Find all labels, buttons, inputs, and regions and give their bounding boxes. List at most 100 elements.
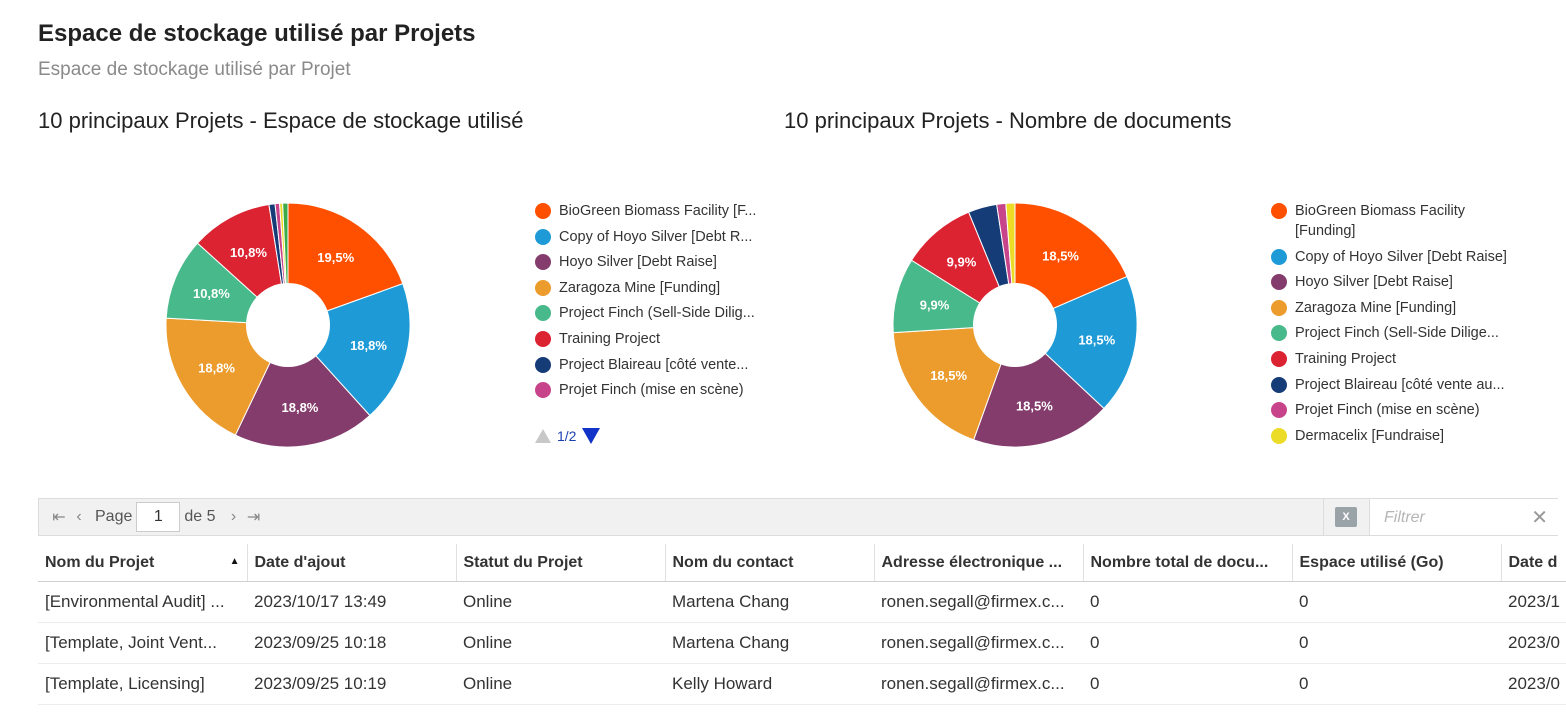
pie-chart-documents: 18,5% 18,5% 18,5% 18,5% 9,9% 9,9% [892, 202, 1138, 448]
cell-email: ronen.segall@firmex.c... [874, 663, 1083, 705]
cell-date: 2023/0 [1501, 663, 1566, 705]
slice-data-label: 18,8% [198, 360, 235, 375]
cell-contact: Kelly Howard [665, 663, 874, 705]
column-header-space-used[interactable]: Espace utilisé (Go) [1291, 544, 1501, 582]
legend-marker-icon [1271, 427, 1287, 444]
legend-item[interactable]: Project Finch (Sell-Side Dilige... [1271, 323, 1526, 343]
legend-item[interactable]: BioGreen Biomass Facility [F... [535, 201, 773, 221]
chart-title-storage: 10 principaux Projets - Espace de stocka… [38, 108, 524, 133]
page-title: Espace de stockage utilisé par Projets [38, 20, 476, 47]
column-header-email[interactable]: Adresse électronique ... [873, 544, 1083, 582]
legend-marker-icon [535, 356, 551, 373]
filter-box: ✕ [1369, 499, 1558, 537]
cell-project-name: [Environmental Audit] ... [38, 581, 247, 623]
legend-marker-icon [535, 228, 551, 245]
legend-item[interactable]: Project Finch (Sell-Side Dilig... [535, 303, 773, 323]
legend-item[interactable]: Projet Finch (mise en scène) [1271, 400, 1526, 420]
table-row[interactable]: [Template, Joint Vent... 2023/09/25 10:1… [38, 622, 1566, 664]
legend-prev-icon[interactable] [535, 429, 551, 443]
legend-item[interactable]: Hoyo Silver [Debt Raise] [1271, 272, 1526, 292]
cell-doc-count: 0 [1083, 581, 1292, 623]
column-header-date[interactable]: Date d [1500, 544, 1566, 582]
legend-marker-icon [1271, 274, 1287, 291]
column-header-contact-name[interactable]: Nom du contact [664, 544, 874, 582]
cell-date-added: 2023/09/25 10:18 [247, 622, 456, 664]
legend-item[interactable]: Zaragoza Mine [Funding] [535, 278, 773, 298]
legend-pagination: 1/2 [535, 428, 601, 444]
legend-item[interactable]: Zaragoza Mine [Funding] [1271, 298, 1526, 318]
cell-project-name: [Template, Joint Vent... [38, 622, 247, 664]
last-page-icon[interactable]: ⇥ [244, 507, 264, 527]
legend-marker-icon [535, 254, 551, 271]
table-row[interactable]: [Template, Licensing] 2023/09/25 10:19 O… [38, 663, 1566, 705]
prev-page-icon[interactable]: ‹ [69, 508, 89, 526]
legend-marker-icon [535, 382, 551, 399]
pagination: ⇤ ‹ Page de 5 › ⇥ [49, 499, 264, 535]
slice-data-label: 18,5% [1078, 332, 1115, 347]
cell-date: 2023/0 [1501, 622, 1566, 664]
slice-data-label: 9,9% [920, 298, 950, 313]
slice-data-label: 9,9% [947, 255, 977, 270]
pie-chart-storage: 19,5% 18,8% 18,8% 18,8% 10,8% 10,8% [165, 202, 411, 448]
legend-item[interactable]: Copy of Hoyo Silver [Debt Raise] [1271, 247, 1526, 267]
slice-data-label: 19,5% [317, 250, 354, 265]
legend-marker-icon [535, 305, 551, 322]
legend-marker-icon [1271, 376, 1287, 393]
cell-contact: Martena Chang [665, 581, 874, 623]
legend-storage: BioGreen Biomass Facility [F... Copy of … [535, 201, 773, 406]
page-label: Page [95, 508, 133, 525]
table-header-row: Nom du Projet ▲ Date d'ajout Statut du Pr… [38, 544, 1566, 582]
legend-item[interactable]: Hoyo Silver [Debt Raise] [535, 252, 773, 272]
cell-contact: Martena Chang [665, 622, 874, 664]
filter-input[interactable] [1382, 499, 1526, 537]
legend-marker-icon [1271, 248, 1287, 265]
sort-ascending-icon[interactable]: ▲ [230, 556, 240, 567]
legend-marker-icon [535, 203, 551, 219]
legend-item[interactable]: Project Blaireau [côté vente... [535, 355, 773, 375]
cell-date-added: 2023/09/25 10:19 [247, 663, 456, 705]
projects-table: Nom du Projet ▲ Date d'ajout Statut du Pr… [38, 544, 1566, 718]
slice-data-label: 18,5% [1042, 249, 1079, 264]
legend-item[interactable]: Projet Finch (mise en scène) [535, 380, 773, 400]
cell-date: 2023/1 [1501, 581, 1566, 623]
chart-title-documents: 10 principaux Projets - Nombre de docume… [784, 108, 1232, 133]
legend-item[interactable]: Copy of Hoyo Silver [Debt R... [535, 227, 773, 247]
next-page-icon[interactable]: › [224, 508, 244, 526]
donut-hole [973, 283, 1057, 367]
legend-item[interactable]: BioGreen Biomass Facility [Funding] [1271, 201, 1526, 241]
slice-data-label: 10,8% [230, 245, 267, 260]
cell-space-used: 0 [1292, 581, 1501, 623]
legend-item[interactable]: Training Project [1271, 349, 1526, 369]
cell-doc-count: 0 [1083, 663, 1292, 705]
slice-data-label: 10,8% [193, 286, 230, 301]
table-row[interactable]: [Environmental Audit] ... 2023/10/17 13:… [38, 581, 1566, 623]
cell-doc-count: 0 [1083, 622, 1292, 664]
legend-item[interactable]: Project Blaireau [côté vente au... [1271, 375, 1526, 395]
cell-project-name: [Template, Licensing] [38, 663, 247, 705]
legend-item[interactable]: Training Project [535, 329, 773, 349]
legend-next-icon[interactable] [582, 428, 601, 444]
column-header-date-added[interactable]: Date d'ajout [246, 544, 456, 582]
donut-hole [246, 283, 330, 367]
page-number-input[interactable] [136, 502, 181, 532]
slice-data-label: 18,8% [350, 338, 387, 353]
legend-marker-icon [1271, 402, 1287, 419]
legend-marker-icon [535, 279, 551, 296]
clear-icon[interactable]: ✕ [1531, 505, 1548, 530]
legend-marker-icon [1271, 325, 1287, 342]
cell-email: ronen.segall@firmex.c... [874, 581, 1083, 623]
first-page-icon[interactable]: ⇤ [49, 507, 69, 527]
column-header-document-count[interactable]: Nombre total de docu... [1082, 544, 1292, 582]
column-header-project-name[interactable]: Nom du Projet ▲ [38, 544, 247, 582]
column-header-project-status[interactable]: Statut du Projet [455, 544, 665, 582]
export-excel-button[interactable]: X [1323, 499, 1368, 535]
page-count-label: de 5 [184, 508, 216, 525]
cell-status: Online [456, 622, 665, 664]
cell-email: ronen.segall@firmex.c... [874, 622, 1083, 664]
legend-documents: BioGreen Biomass Facility [Funding] Copy… [1271, 201, 1526, 451]
legend-page-indicator: 1/2 [557, 428, 577, 444]
legend-item[interactable]: Dermacelix [Fundraise] [1271, 426, 1526, 446]
legend-marker-icon [1271, 299, 1287, 316]
cell-status: Online [456, 581, 665, 623]
slice-data-label: 18,5% [1016, 399, 1053, 414]
